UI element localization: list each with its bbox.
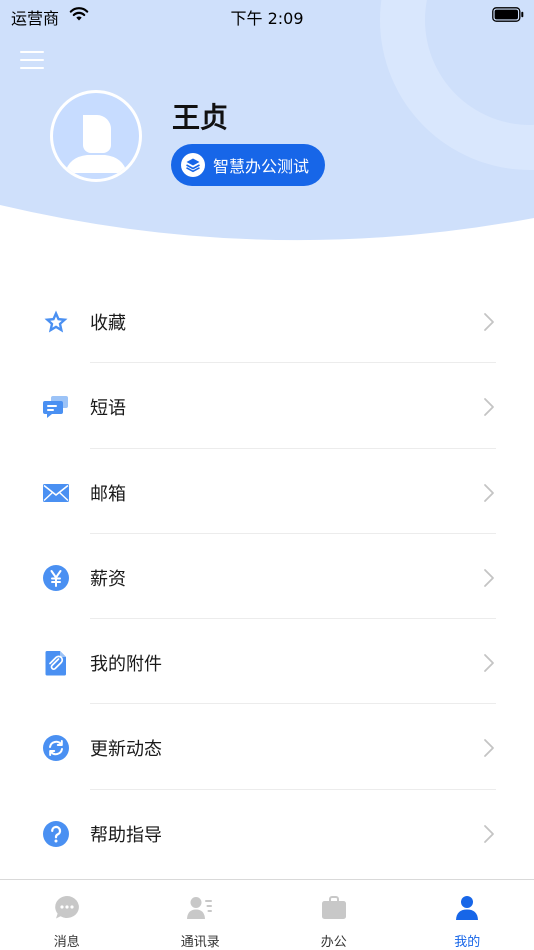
menu-list: 收藏 短语 邮箱 薪资 我的附件 更新动态 帮助指导 [0, 278, 534, 875]
chevron-right-icon [484, 398, 494, 417]
refresh-icon [43, 735, 69, 762]
menu-item-help[interactable]: 帮助指导 [0, 790, 534, 875]
chevron-right-icon [484, 568, 494, 587]
tab-label: 消息 [53, 935, 80, 950]
paperclip-icon [45, 651, 66, 676]
menu-item-label: 收藏 [90, 313, 126, 334]
chat-bubbles-icon [43, 396, 68, 419]
tab-contacts[interactable]: 通讯录 [134, 880, 268, 950]
person-icon [456, 896, 479, 920]
menu-item-label: 短语 [90, 398, 126, 420]
help-icon [43, 820, 69, 847]
menu-item-mailbox[interactable]: 邮箱 [0, 449, 534, 534]
tab-bar: 消息 通讯录 办公 我的 [0, 879, 534, 950]
message-icon [54, 896, 79, 919]
tab-office[interactable]: 办公 [267, 880, 401, 950]
briefcase-icon [321, 896, 346, 919]
menu-item-label: 薪资 [90, 568, 126, 590]
tab-mine[interactable]: 我的 [401, 880, 534, 950]
user-name: 王贞 [172, 101, 229, 134]
star-icon [44, 310, 68, 333]
menu-item-favorites[interactable]: 收藏 [0, 278, 534, 364]
menu-item-label: 更新动态 [90, 739, 162, 761]
chevron-right-icon [484, 824, 494, 843]
chevron-right-icon [484, 483, 494, 502]
status-time: 下午 2:09 [230, 9, 304, 28]
org-badge[interactable]: 智慧办公测试 [171, 144, 326, 186]
tab-messages[interactable]: 消息 [0, 880, 134, 950]
hamburger-menu-icon[interactable] [20, 49, 46, 71]
menu-item-label: 邮箱 [90, 483, 126, 505]
menu-item-label: 帮助指导 [90, 824, 162, 846]
tab-label: 我的 [454, 935, 481, 950]
default-avatar-icon [65, 115, 127, 173]
status-bar: 运营商 下午 2:09 [0, 0, 534, 30]
menu-item-phrases[interactable]: 短语 [0, 363, 534, 449]
yen-icon [43, 564, 69, 591]
menu-item-salary[interactable]: 薪资 [0, 534, 534, 620]
layers-icon [181, 153, 205, 177]
org-badge-label: 智慧办公测试 [213, 157, 310, 176]
tab-label: 通讯录 [180, 935, 220, 950]
profile-header: 运营商 下午 2:09 王贞 智慧办公测试 [0, 0, 534, 245]
menu-item-attachments[interactable]: 我的附件 [0, 619, 534, 705]
menu-item-updates[interactable]: 更新动态 [0, 704, 534, 790]
chevron-right-icon [484, 313, 494, 331]
chevron-right-icon [484, 739, 494, 758]
mail-icon [43, 483, 69, 502]
battery-icon [492, 7, 524, 22]
avatar[interactable] [50, 90, 142, 182]
contacts-icon [187, 897, 213, 919]
menu-item-label: 我的附件 [90, 654, 162, 676]
chevron-right-icon [484, 654, 494, 673]
tab-label: 办公 [320, 935, 347, 950]
